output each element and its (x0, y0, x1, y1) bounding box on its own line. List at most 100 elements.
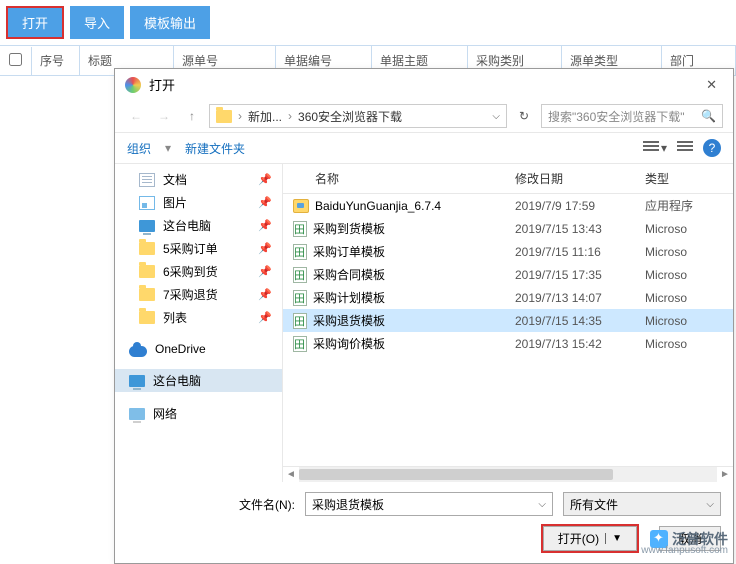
preview-pane-button[interactable] (677, 141, 693, 155)
file-name: 采购订单模板 (313, 243, 385, 260)
fold-icon (139, 288, 155, 301)
sidebar-item[interactable]: 这台电脑 📌 (115, 214, 282, 237)
chevron-down-icon[interactable]: ⌵ (538, 499, 546, 510)
scroll-right-icon[interactable]: ► (717, 469, 733, 480)
h-scrollbar[interactable]: ◄ ► (283, 466, 733, 482)
file-name: 采购计划模板 (313, 289, 385, 306)
open-file-button[interactable]: 打开(O) ▼ (543, 526, 637, 551)
col-type[interactable]: 类型 (635, 170, 733, 187)
sidebar-item[interactable]: 6采购到货📌 (115, 260, 282, 283)
file-row[interactable]: 采购询价模板2019/7/13 15:42Microso (283, 332, 733, 355)
sidebar-item[interactable]: 5采购订单📌 (115, 237, 282, 260)
nav-back-icon[interactable]: ← (125, 105, 147, 127)
import-button[interactable]: 导入 (70, 6, 124, 39)
chevron-down-icon[interactable]: ⌵ (706, 499, 714, 510)
scroll-thumb[interactable] (299, 469, 613, 480)
file-date: 2019/7/13 14:07 (505, 291, 635, 305)
open-button[interactable]: 打开 (8, 8, 62, 37)
sidebar-item-label: 这台电脑 (163, 217, 211, 234)
breadcrumb[interactable]: › 新加... › 360安全浏览器下载 ⌵ (209, 104, 507, 128)
file-row[interactable]: 采购订单模板 2019/7/15 11:16Microso (283, 240, 733, 263)
chevron-down-icon[interactable]: ⌵ (492, 111, 500, 122)
organize-menu[interactable]: 组织 (127, 140, 151, 157)
scroll-track[interactable] (299, 467, 717, 482)
sidebar-item[interactable]: 7采购退货 📌 (115, 283, 282, 306)
sidebar: 文档 📌 图片 📌 这台电脑 📌 5采购订单📌6采购到货📌 7采购退货 📌 列表📌 OneDrive… (115, 164, 283, 482)
refresh-icon[interactable]: ↻ (513, 105, 535, 127)
sidebar-item-label: 这台电脑 (153, 372, 201, 389)
col-name[interactable]: 名称 (283, 170, 505, 187)
cancel-button[interactable]: 取消 (659, 526, 721, 551)
file-date: 2019/7/15 14:35 (505, 314, 635, 328)
filetype-value: 所有文件 (570, 496, 618, 513)
nav-up-icon[interactable]: ↑ (181, 105, 203, 127)
open-file-label: 打开(O) (558, 530, 599, 547)
sidebar-item[interactable]: 文档 📌 (115, 168, 282, 191)
sidebar-item[interactable]: 图片 📌 (115, 191, 282, 214)
template-output-button[interactable]: 模板输出 (130, 6, 210, 39)
file-list-header: 名称 修改日期 类型 (283, 164, 733, 194)
file-type: Microso (635, 291, 733, 305)
excel-icon (293, 290, 307, 306)
col-index: 序号 (32, 46, 80, 75)
net-icon (129, 408, 145, 420)
dialog-title: 打开 (149, 75, 175, 94)
dialog-titlebar: 打开 ✕ (115, 69, 733, 100)
pin-icon: 📌 (258, 196, 272, 209)
fold-icon (139, 311, 155, 324)
scroll-left-icon[interactable]: ◄ (283, 469, 299, 480)
filename-label: 文件名(N): (127, 496, 295, 513)
pin-icon: 📌 (258, 173, 272, 186)
close-icon[interactable]: ✕ (700, 77, 723, 93)
search-input[interactable]: 搜索"360安全浏览器下载" 🔍 (541, 104, 723, 128)
nav-forward-icon[interactable]: → (153, 105, 175, 127)
pin-icon: 📌 (258, 219, 272, 232)
file-row[interactable]: 采购到货模板2019/7/15 13:43Microso (283, 217, 733, 240)
crumb-folder[interactable]: 360安全浏览器下载 (298, 108, 402, 125)
file-date: 2019/7/15 11:16 (505, 245, 635, 259)
file-name: BaiduYunGuanjia_6.7.4 (315, 199, 441, 213)
sidebar-item-label: 5采购订单 (163, 240, 218, 257)
excel-icon (293, 267, 307, 283)
file-row[interactable]: BaiduYunGuanjia_6.7.42019/7/9 17:59应用程序 (283, 194, 733, 217)
sidebar-item[interactable]: 列表📌 (115, 306, 282, 329)
chevron-down-icon[interactable]: ▼ (605, 533, 622, 544)
sidebar-item-onedrive[interactable]: OneDrive (115, 339, 282, 359)
sidebar-item-this-pc[interactable]: 这台电脑 (115, 369, 282, 392)
filename-value: 采购退货模板 (312, 496, 384, 513)
help-icon[interactable]: ? (703, 139, 721, 157)
select-all-checkbox[interactable] (9, 53, 22, 66)
view-mode-button[interactable]: ▾ (643, 141, 667, 155)
file-name: 采购到货模板 (313, 220, 385, 237)
file-name: 采购退货模板 (313, 312, 385, 329)
cloud-icon (129, 346, 147, 357)
file-row[interactable]: 采购合同模板2019/7/15 17:35Microso (283, 263, 733, 286)
fold-icon (139, 265, 155, 278)
excel-icon (293, 313, 307, 329)
sidebar-item-label: 图片 (163, 194, 187, 211)
dialog-footer: 文件名(N): 采购退货模板 ⌵ 所有文件 ⌵ 打开(O) ▼ 取消 (115, 482, 733, 563)
file-row[interactable]: 采购计划模板 2019/7/13 14:07Microso (283, 286, 733, 309)
crumb-root[interactable]: 新加... (248, 108, 282, 125)
list-view-icon (643, 141, 659, 155)
filename-input[interactable]: 采购退货模板 ⌵ (305, 492, 553, 516)
crumb-sep-icon: › (288, 109, 292, 123)
sidebar-item-label: 列表 (163, 309, 187, 326)
file-type: Microso (635, 222, 733, 236)
sidebar-item-network[interactable]: 网络 (115, 402, 282, 425)
search-placeholder: 搜索"360安全浏览器下载" (548, 108, 701, 125)
fold-icon (139, 242, 155, 255)
sidebar-item-label: 文档 (163, 171, 187, 188)
doc-icon (139, 173, 155, 187)
pin-icon: 📌 (258, 288, 272, 301)
file-type: Microso (635, 245, 733, 259)
search-icon[interactable]: 🔍 (701, 109, 716, 123)
file-name: 采购询价模板 (313, 335, 385, 352)
filetype-select[interactable]: 所有文件 ⌵ (563, 492, 721, 516)
crumb-sep-icon: › (238, 109, 242, 123)
sidebar-item-label: 7采购退货 (163, 286, 218, 303)
file-row[interactable]: 采购退货模板2019/7/15 14:35Microso (283, 309, 733, 332)
col-date[interactable]: 修改日期 (505, 170, 635, 187)
new-folder-button[interactable]: 新建文件夹 (185, 140, 245, 157)
excel-icon (293, 336, 307, 352)
